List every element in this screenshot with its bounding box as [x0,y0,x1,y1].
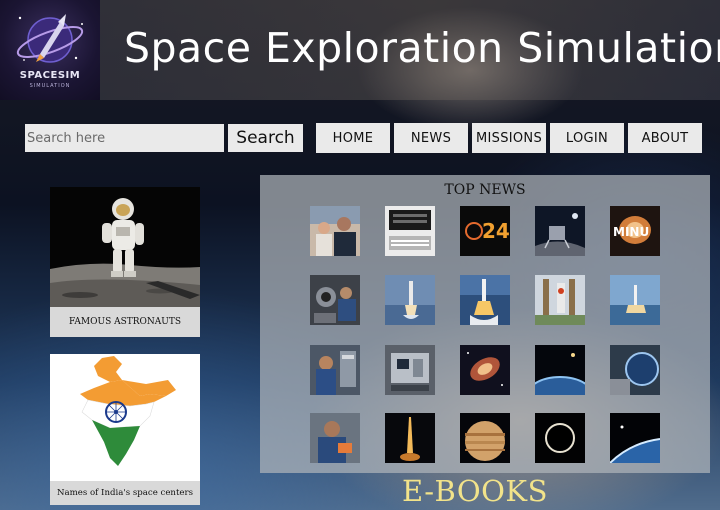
news-thumb-moon-lander[interactable] [535,206,585,256]
famous-astronauts-card[interactable]: FAMOUS ASTRONAUTS [50,187,200,337]
news-thumb-black-hole[interactable] [535,413,585,463]
nav-item-about[interactable]: ABOUT [628,123,702,153]
news-thumb-astronauts-group[interactable] [310,206,360,256]
india-space-centers-card[interactable]: Names of India's space centers [50,354,200,505]
news-thumb-rocket-launch-2[interactable] [460,275,510,325]
news-thumb-launch-over-water[interactable] [610,275,660,325]
nav-item-home[interactable]: HOME [316,123,390,153]
logo-subtext: SIMULATION [29,83,71,89]
ebooks-link[interactable]: E-BOOKS [402,474,548,508]
india-space-centers-caption: Names of India's space centers [50,481,200,505]
svg-text:MINU: MINU [613,225,649,239]
nav-item-login[interactable]: LOGIN [550,123,624,153]
logo-text: SPACESIM [19,70,81,81]
search-button[interactable]: Search [228,124,303,152]
site-logo[interactable]: SPACESIM SIMULATION [0,0,100,100]
news-thumb-planet-edge[interactable] [610,413,660,463]
news-thumb-galaxy[interactable] [460,345,510,395]
news-thumb-minute-countdown[interactable]: MINU [610,206,660,256]
news-thumb-earth-from-window[interactable] [610,345,660,395]
news-thumb-night-launch[interactable] [385,413,435,463]
news-thumb-launch-pad[interactable] [535,275,585,325]
news-thumb-rocket-launch-1[interactable] [385,275,435,325]
nav-item-news[interactable]: NEWS [394,123,468,153]
nav-item-missions[interactable]: MISSIONS [472,123,546,153]
news-thumb-eclipse-2024[interactable]: 24 [460,206,510,256]
svg-text:24: 24 [482,219,510,243]
news-thumb-spacecraft-module[interactable] [385,345,435,395]
page-title: Space Exploration Simulation [124,24,720,72]
news-thumb-astronaut-at-work[interactable] [310,345,360,395]
news-thumb-sensor-array[interactable] [385,206,435,256]
news-thumb-station-interior[interactable] [310,275,360,325]
top-news-title: TOP NEWS [444,182,526,198]
famous-astronauts-caption: FAMOUS ASTRONAUTS [68,317,182,327]
astronaut-photo [50,187,200,307]
top-news-panel: TOP NEWS 24 MINU [260,175,710,473]
news-thumb-earth-horizon[interactable] [535,345,585,395]
news-thumb-jupiter[interactable] [460,413,510,463]
search-input[interactable] [25,124,224,152]
news-thumb-astronaut-portrait[interactable] [310,413,360,463]
india-flag-map [50,354,200,476]
